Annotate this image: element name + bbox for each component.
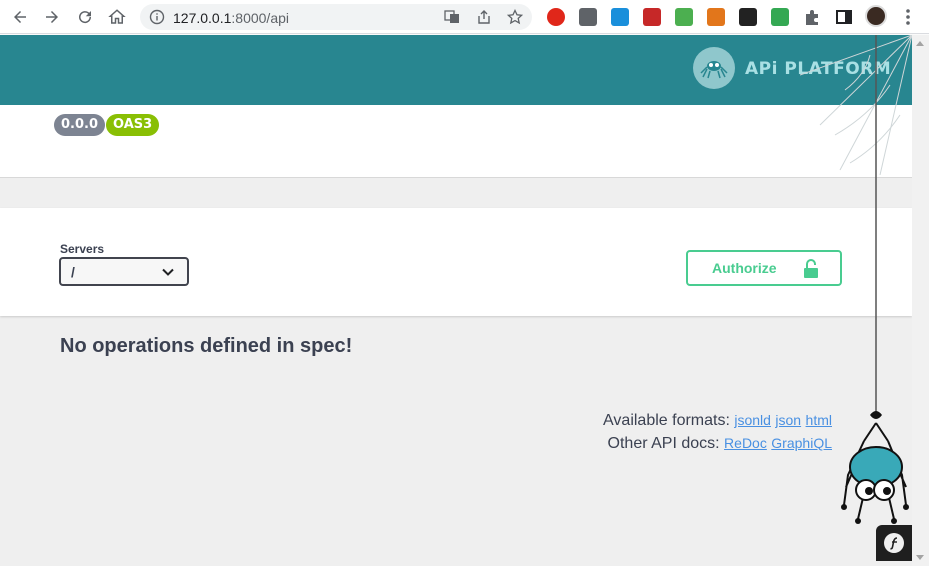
api-info: 0.0.0 OAS3: [0, 105, 912, 177]
browser-menu-icon[interactable]: [900, 8, 916, 26]
url-path: :8000/api: [231, 10, 289, 26]
doc-link-graphiql[interactable]: GraphiQL: [771, 435, 832, 451]
side-panel-icon[interactable]: [835, 8, 853, 26]
symfony-toolbar-icon[interactable]: [876, 525, 912, 561]
site-info-icon[interactable]: [149, 9, 165, 25]
url-text: 127.0.0.1:8000/api: [173, 10, 289, 26]
home-icon[interactable]: [105, 5, 129, 29]
opera-extension-icon[interactable]: [547, 8, 565, 26]
extensions-puzzle-icon[interactable]: [803, 8, 821, 26]
authorize-label: Authorize: [712, 260, 777, 276]
address-bar[interactable]: 127.0.0.1:8000/api: [140, 4, 532, 30]
oas-badge: OAS3: [106, 114, 160, 136]
check-extension-icon[interactable]: [675, 8, 693, 26]
version-badge: 0.0.0: [54, 114, 106, 136]
translate-icon[interactable]: [444, 9, 460, 25]
servers-label: Servers: [60, 242, 105, 256]
divider: [0, 177, 912, 178]
url-host: 127.0.0.1: [173, 10, 232, 26]
available-formats-row: Available formats: jsonld json html: [603, 409, 832, 432]
back-icon[interactable]: [8, 5, 32, 29]
servers-selected-value: /: [71, 264, 75, 280]
unlock-icon: [804, 259, 818, 278]
page-content: APi PLATFORM 0.0.0 OAS3 Servers / Author…: [0, 35, 912, 566]
chevron-down-icon: [162, 268, 174, 276]
scroll-down-arrow-icon[interactable]: [916, 555, 924, 560]
topbar: APi PLATFORM: [0, 35, 912, 105]
spider-mascot: [841, 35, 909, 524]
browser-toolbar: 127.0.0.1:8000/api: [0, 0, 929, 34]
forward-icon[interactable]: [40, 5, 64, 29]
doc-link-redoc[interactable]: ReDoc: [724, 435, 767, 451]
news-extension-icon[interactable]: [739, 8, 757, 26]
bookmark-star-icon[interactable]: [507, 9, 523, 25]
chrome-extension-icon[interactable]: [771, 8, 789, 26]
no-operations-message: No operations defined in spec!: [60, 335, 353, 357]
format-link-json[interactable]: json: [775, 412, 801, 428]
authorize-button[interactable]: Authorize: [686, 250, 842, 286]
profile-avatar[interactable]: [865, 5, 887, 27]
other-docs-row: Other API docs: ReDoc GraphiQL: [603, 432, 832, 455]
reload-icon[interactable]: [73, 5, 97, 29]
scheme-container: Servers / Authorize: [0, 208, 912, 316]
api-platform-logo-icon[interactable]: [693, 47, 735, 89]
window-extension-icon[interactable]: [611, 8, 629, 26]
gmail-extension-icon[interactable]: [643, 8, 661, 26]
other-docs-label: Other API docs:: [607, 435, 720, 452]
available-formats-label: Available formats:: [603, 412, 730, 429]
format-link-html[interactable]: html: [806, 412, 832, 428]
format-link-jsonld[interactable]: jsonld: [734, 412, 771, 428]
scroll-up-arrow-icon[interactable]: [916, 41, 924, 46]
mail-extension-icon[interactable]: [579, 8, 597, 26]
page-scrollbar[interactable]: [912, 35, 929, 566]
formats-footer: Available formats: jsonld json html Othe…: [603, 409, 832, 455]
servers-select[interactable]: /: [59, 257, 189, 286]
share-icon[interactable]: [476, 9, 492, 25]
metamask-extension-icon[interactable]: [707, 8, 725, 26]
